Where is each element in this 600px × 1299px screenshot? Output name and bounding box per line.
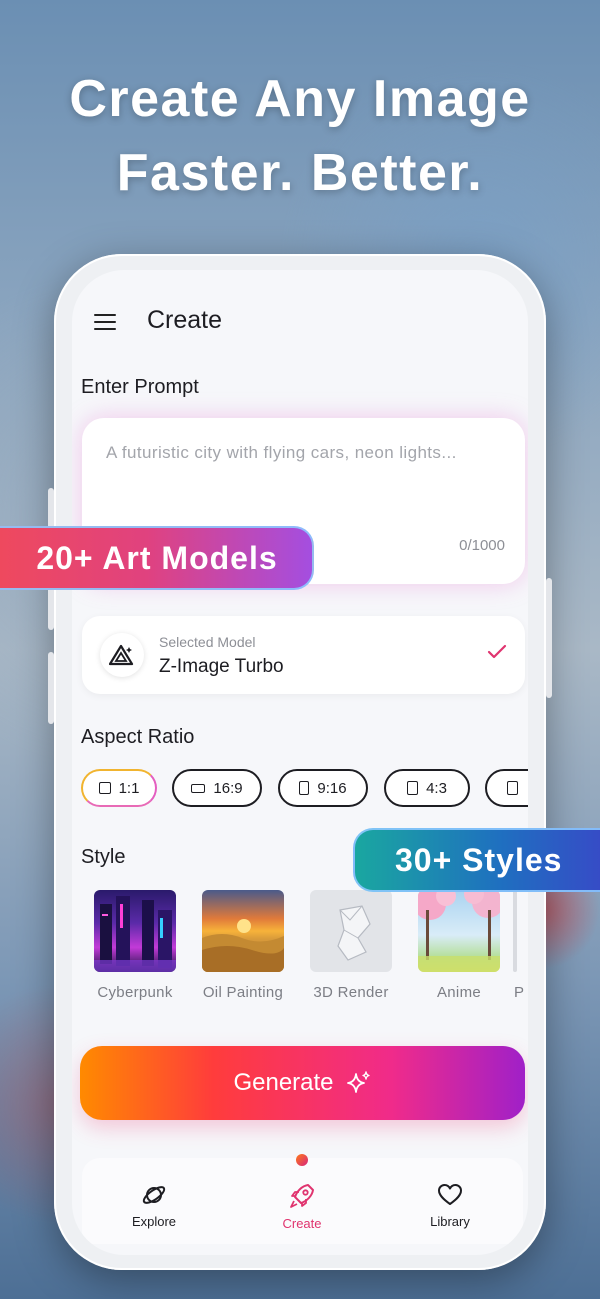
- style-name: Oil Painting: [202, 984, 284, 1001]
- style-row: Cyberpunk Oil Painting 3D Render Anime P: [80, 890, 528, 1010]
- headline-line-1: Create Any Image: [69, 70, 531, 128]
- style-cyberpunk[interactable]: Cyberpunk: [85, 890, 185, 1001]
- active-indicator: [296, 1154, 308, 1166]
- prompt-placeholder: A futuristic city with flying cars, neon…: [106, 443, 457, 462]
- char-counter: 0/1000: [459, 537, 505, 554]
- top-bar: Create: [72, 270, 528, 370]
- nav-create[interactable]: Create: [252, 1182, 352, 1231]
- model-caption: Selected Model: [159, 634, 256, 650]
- phone-side-button: [48, 652, 54, 724]
- rocket-icon: [290, 1184, 314, 1208]
- style-thumbnail: [418, 890, 500, 972]
- ratio-chip-4-3[interactable]: 4:3: [384, 769, 470, 807]
- portrait-icon: [299, 781, 310, 795]
- page-title: Create: [147, 306, 223, 334]
- sparkle-icon: [346, 1071, 370, 1093]
- app-screen: Create Enter Prompt A futuristic city wi…: [72, 270, 528, 1255]
- nav-explore[interactable]: Explore: [104, 1182, 204, 1229]
- nav-label: Explore: [131, 1214, 177, 1229]
- headline-line-2: Faster. Better.: [116, 144, 484, 202]
- phone-power-button: [546, 578, 552, 698]
- prompt-label: Enter Prompt: [81, 376, 199, 398]
- aspect-ratio-label: Aspect Ratio: [81, 726, 195, 748]
- generate-button[interactable]: Generate: [80, 1046, 525, 1120]
- badge-styles: 30+ Styles: [353, 828, 600, 892]
- style-name: Anime: [436, 984, 482, 1001]
- model-selector[interactable]: Selected Model Z-Image Turbo: [82, 616, 525, 694]
- style-partial[interactable]: P: [513, 890, 528, 1001]
- style-anime[interactable]: Anime: [409, 890, 509, 1001]
- style-name: P: [514, 984, 525, 1001]
- style-thumbnail: [513, 890, 517, 972]
- style-name: 3D Render: [313, 984, 389, 1001]
- badge-art-models: 20+ Art Models: [0, 526, 314, 590]
- menu-icon[interactable]: [94, 314, 116, 331]
- rect-icon: [407, 781, 419, 795]
- ratio-chip-more[interactable]: [485, 769, 528, 807]
- aspect-ratio-row: 1:1 16:9 9:16 4:3: [81, 769, 528, 811]
- ratio-label: 1:1: [118, 779, 140, 797]
- rect-icon: [507, 781, 518, 795]
- ratio-label: 9:16: [317, 779, 347, 797]
- heart-icon: [438, 1184, 462, 1205]
- ratio-label: 16:9: [213, 779, 243, 797]
- style-thumbnail: [94, 890, 176, 972]
- check-icon: [487, 644, 507, 659]
- generate-label: Generate: [233, 1069, 334, 1096]
- style-thumbnail: [310, 890, 392, 972]
- nav-label: Library: [430, 1214, 470, 1229]
- headline: Create Any Image Faster. Better.: [0, 62, 600, 210]
- style-label: Style: [81, 846, 126, 868]
- model-name: Z-Image Turbo: [159, 656, 284, 677]
- ratio-chip-1-1[interactable]: 1:1: [81, 769, 157, 807]
- style-thumbnail: [202, 890, 284, 972]
- style-oil-painting[interactable]: Oil Painting: [193, 890, 293, 1001]
- ratio-chip-9-16[interactable]: 9:16: [278, 769, 368, 807]
- square-icon: [98, 782, 111, 794]
- bottom-nav: Explore Create Library: [82, 1154, 523, 1244]
- nav-label: Create: [282, 1216, 322, 1231]
- style-name: Cyberpunk: [97, 984, 173, 1001]
- ratio-label: 4:3: [426, 779, 447, 797]
- style-3d-render[interactable]: 3D Render: [301, 890, 401, 1001]
- landscape-icon: [191, 783, 206, 793]
- nav-library[interactable]: Library: [400, 1182, 500, 1229]
- ratio-chip-16-9[interactable]: 16:9: [172, 769, 262, 807]
- model-logo-icon: [100, 633, 144, 677]
- planet-icon: [142, 1186, 166, 1204]
